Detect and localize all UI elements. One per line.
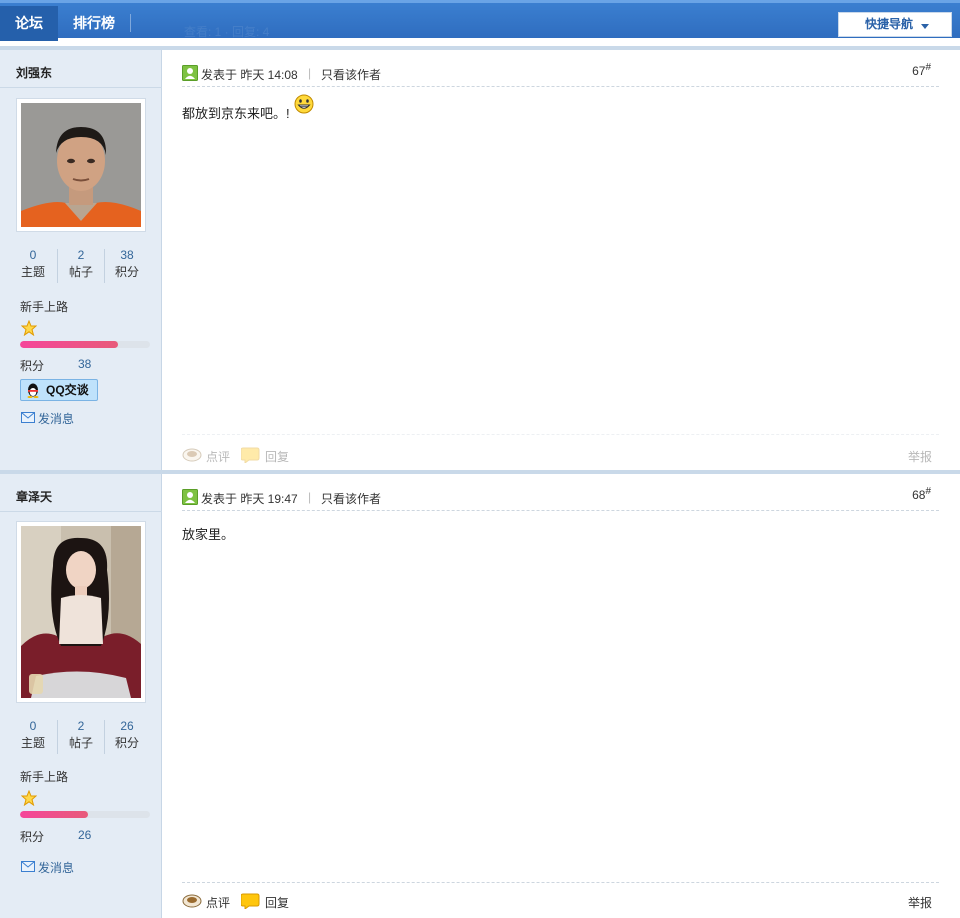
top-nav-bar: 论坛 排行榜 查看: 1 · 回复: 4 快捷导航: [0, 0, 960, 41]
stat-credits[interactable]: 26 积分: [104, 718, 150, 752]
chevron-down-icon: [921, 24, 929, 29]
speech-bubble-icon: [241, 893, 260, 909]
qq-chat-button[interactable]: QQ交谈: [20, 379, 98, 401]
credit-row: 积分 26: [20, 828, 92, 844]
credit-row: 积分 38: [20, 357, 92, 373]
author-stats: 0 主题 2 帖子 26 积分: [10, 718, 150, 758]
tab-forum[interactable]: 论坛: [0, 6, 58, 41]
level-progress-bar: [20, 341, 150, 348]
comment-button[interactable]: 点评: [182, 448, 230, 465]
rank-title[interactable]: 新手上路: [20, 298, 68, 315]
stat-threads[interactable]: 0 主题: [10, 247, 56, 281]
star-icon: [21, 790, 37, 806]
mail-icon: [21, 412, 35, 423]
report-link[interactable]: 举报: [908, 448, 932, 465]
thread-stats-ghost: 查看: 1 · 回复: 4: [184, 25, 270, 39]
send-message-link[interactable]: 发消息: [20, 859, 74, 876]
stat-posts[interactable]: 2 帖子: [58, 718, 104, 752]
post-67: 刘强东 0 主题 2 帖子 38 积分 新手上路 积分 38 QQ交谈 发消息 …: [0, 46, 960, 470]
post-body: 发表于 昨天 14:08 | 只看该作者 67# 都放到京东来吧。! 点评 回复…: [163, 50, 960, 470]
author-sidebar: 章泽天 0 主题 2 帖子 26 积分 新手上路 积分 26 发消息: [0, 474, 162, 918]
author-only-link[interactable]: 只看该作者: [321, 490, 381, 507]
post-time: 发表于 昨天 14:08: [201, 68, 298, 82]
speech-bubble-icon: [241, 447, 260, 463]
post-body: 发表于 昨天 19:47 | 只看该作者 68# 放家里。 点评 回复 举报: [163, 474, 960, 918]
post-content: 都放到京东来吧。!: [182, 94, 314, 122]
teacup-icon: [182, 894, 202, 908]
comment-button[interactable]: 点评: [182, 894, 230, 911]
author-sidebar: 刘强东 0 主题 2 帖子 38 积分 新手上路 积分 38 QQ交谈 发消息: [0, 50, 162, 470]
post-68: 章泽天 0 主题 2 帖子 26 积分 新手上路 积分 26 发消息 发表于 昨…: [0, 470, 960, 918]
author-name[interactable]: 章泽天: [16, 488, 52, 505]
stat-threads[interactable]: 0 主题: [10, 718, 56, 752]
level-progress-fill: [20, 811, 88, 818]
quick-nav-button[interactable]: 快捷导航: [838, 12, 952, 37]
floor-number[interactable]: 67#: [912, 62, 931, 78]
avatar-photo-man: [21, 103, 141, 227]
floor-number[interactable]: 68#: [912, 486, 931, 502]
mail-icon: [21, 861, 35, 872]
avatar-photo-woman: [21, 526, 141, 698]
post-content: 放家里。: [182, 527, 235, 542]
avatar[interactable]: [16, 98, 146, 232]
level-progress-bar: [20, 811, 150, 818]
avatar[interactable]: [16, 521, 146, 703]
qq-penguin-icon: [27, 383, 39, 398]
teacup-icon: [182, 448, 202, 462]
rank-title[interactable]: 新手上路: [20, 768, 68, 785]
credit-value: 38: [78, 357, 92, 371]
author-stats: 0 主题 2 帖子 38 积分: [10, 247, 150, 287]
user-online-icon: [182, 65, 198, 81]
stat-posts[interactable]: 2 帖子: [58, 247, 104, 281]
stat-credits[interactable]: 38 积分: [104, 247, 150, 281]
report-link[interactable]: 举报: [908, 894, 932, 911]
qq-chat-label: QQ交谈: [46, 383, 89, 397]
tab-divider: [130, 14, 131, 32]
post-time: 发表于 昨天 19:47: [201, 492, 298, 506]
level-progress-fill: [20, 341, 118, 348]
star-icon: [21, 320, 37, 336]
grin-smiley-icon: [294, 94, 314, 114]
tab-ranking[interactable]: 排行榜: [58, 6, 130, 41]
author-only-link[interactable]: 只看该作者: [321, 66, 381, 83]
user-online-icon: [182, 489, 198, 505]
reply-button[interactable]: 回复: [241, 893, 289, 911]
author-name[interactable]: 刘强东: [16, 64, 52, 81]
credit-value: 26: [78, 828, 92, 842]
send-message-link[interactable]: 发消息: [20, 410, 74, 427]
quick-nav-label: 快捷导航: [865, 17, 914, 31]
reply-button[interactable]: 回复: [241, 447, 289, 465]
